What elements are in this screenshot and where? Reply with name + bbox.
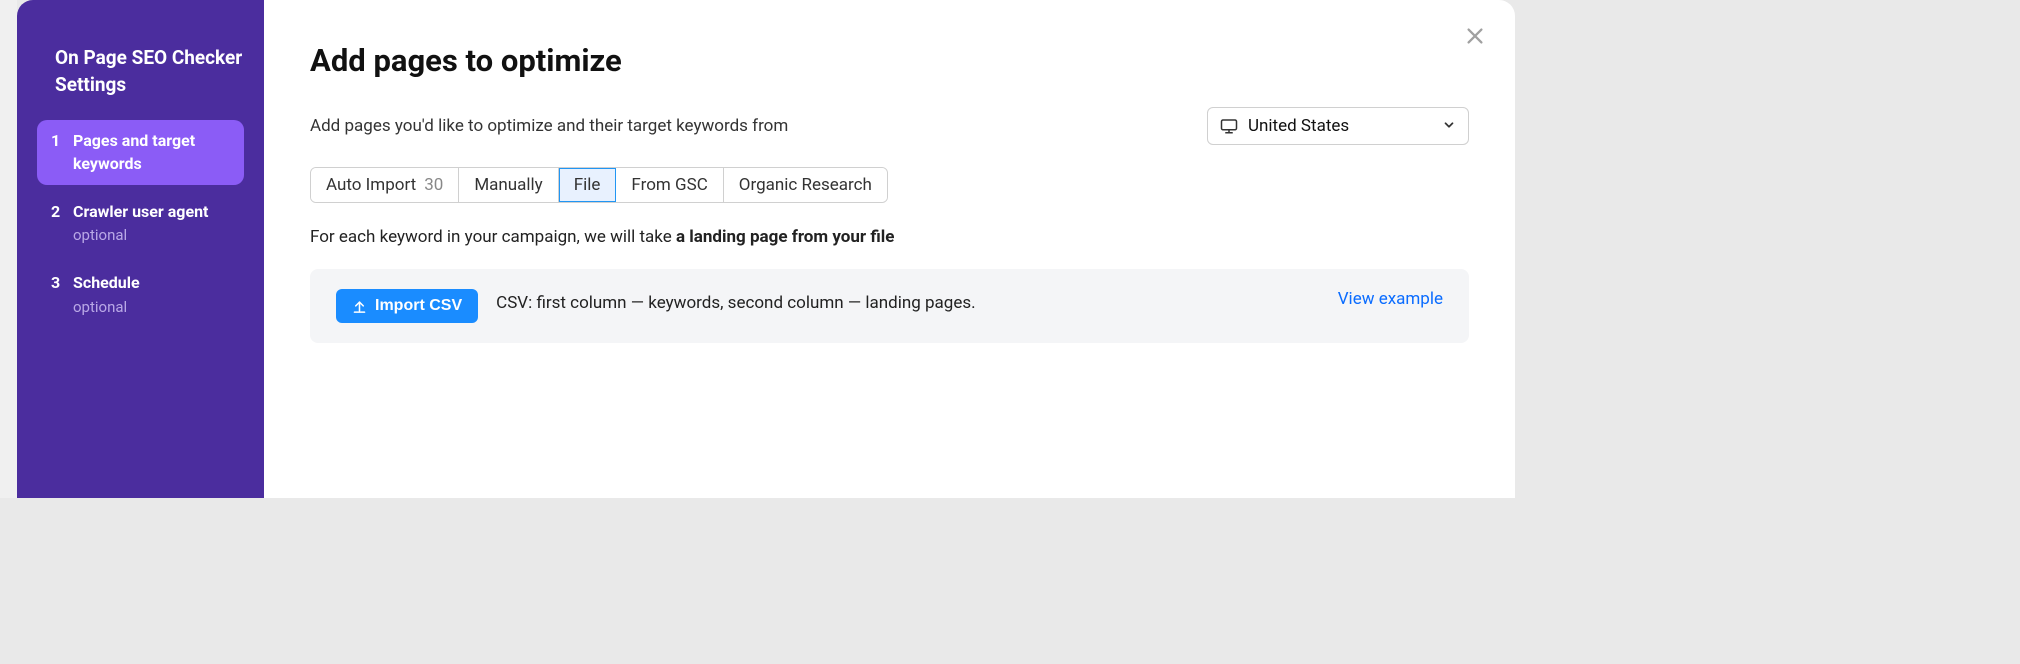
intro-row: Add pages you'd like to optimize and the… xyxy=(310,107,1469,145)
source-tab-bar: Auto Import 30 Manually File From GSC Or… xyxy=(310,167,888,203)
step-label: Pages and target keywords xyxy=(73,130,230,175)
tab-label: Organic Research xyxy=(739,175,872,195)
tab-label: File xyxy=(574,175,601,195)
csv-description: CSV: first column — keywords, second col… xyxy=(496,289,1320,318)
tab-organic-research[interactable]: Organic Research xyxy=(724,168,887,202)
sidebar-title: On Page SEO Checker Settings xyxy=(37,45,244,98)
upload-icon xyxy=(352,299,367,314)
tab-file[interactable]: File xyxy=(559,168,617,202)
import-button-label: Import CSV xyxy=(375,297,462,315)
description-bold: a landing page from your file xyxy=(676,227,894,247)
step-pages-keywords[interactable]: 1 Pages and target keywords xyxy=(37,120,244,185)
tab-label: Manually xyxy=(474,175,542,195)
import-csv-button[interactable]: Import CSV xyxy=(336,289,478,323)
tab-label: Auto Import xyxy=(326,175,416,195)
settings-modal: On Page SEO Checker Settings 1 Pages and… xyxy=(17,0,1515,498)
tab-manually[interactable]: Manually xyxy=(459,168,558,202)
tab-auto-import[interactable]: Auto Import 30 xyxy=(311,168,459,202)
step-schedule[interactable]: 3 Schedule optional xyxy=(37,262,244,327)
chevron-down-icon xyxy=(1442,117,1456,136)
intro-text: Add pages you'd like to optimize and the… xyxy=(310,116,788,136)
description-line: For each keyword in your campaign, we wi… xyxy=(310,227,1469,247)
wizard-step-list: 1 Pages and target keywords 2 Crawler us… xyxy=(37,120,244,328)
step-number: 1 xyxy=(51,130,73,152)
step-crawler-user-agent[interactable]: 2 Crawler user agent optional xyxy=(37,191,244,256)
close-icon xyxy=(1464,25,1486,47)
tab-label: From GSC xyxy=(631,175,707,195)
description-prefix: For each keyword in your campaign, we wi… xyxy=(310,227,676,247)
view-example-link[interactable]: View example xyxy=(1338,289,1443,309)
step-sublabel: optional xyxy=(73,297,140,318)
desktop-icon xyxy=(1220,117,1238,135)
country-select[interactable]: United States xyxy=(1207,107,1469,145)
close-button[interactable] xyxy=(1461,22,1489,50)
step-sublabel: optional xyxy=(73,225,208,246)
import-box: Import CSV CSV: first column — keywords,… xyxy=(310,269,1469,343)
wizard-sidebar: On Page SEO Checker Settings 1 Pages and… xyxy=(17,0,264,498)
step-label: Crawler user agent xyxy=(73,201,208,223)
tab-from-gsc[interactable]: From GSC xyxy=(616,168,723,202)
modal-main: Add pages to optimize Add pages you'd li… xyxy=(264,0,1515,498)
page-title: Add pages to optimize xyxy=(310,42,1469,79)
step-number: 3 xyxy=(51,272,73,294)
tab-count: 30 xyxy=(424,175,443,195)
step-number: 2 xyxy=(51,201,73,223)
step-label: Schedule xyxy=(73,272,140,294)
country-label: United States xyxy=(1248,116,1432,136)
